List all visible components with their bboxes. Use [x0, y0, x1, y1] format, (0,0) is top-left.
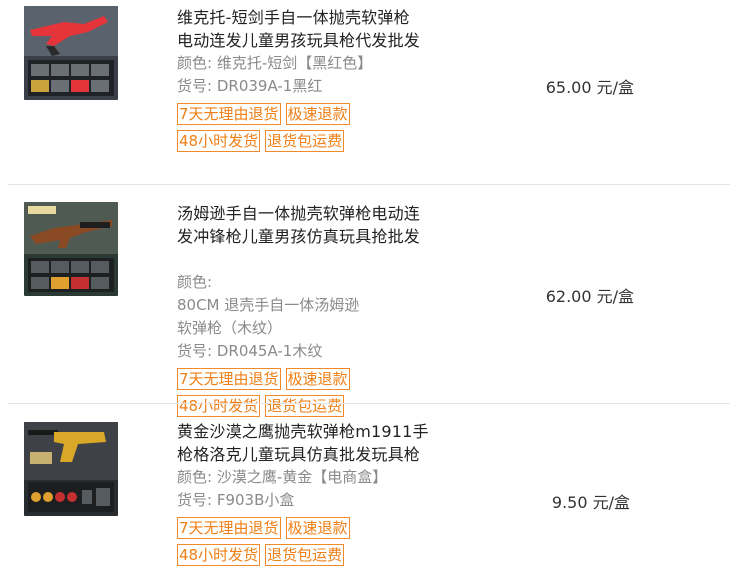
- tag-7day-return: 7天无理由退货: [177, 517, 281, 539]
- order-item-list: 维克托-短剑手自一体抛壳软弹枪 电动连发儿童男孩玩具枪代发批发 颜色: 维克托-…: [0, 0, 730, 568]
- product-title-link[interactable]: 黄金沙漠之鹰抛壳软弹枪m1911手 枪格洛克儿童玩具仿真批发玩具枪: [177, 420, 467, 466]
- color-label: 颜色:: [177, 468, 213, 486]
- product-title-link[interactable]: 汤姆逊手自一体抛壳软弹枪电动连 发冲锋枪儿童男孩仿真玩具抢批发: [177, 202, 467, 248]
- color-spec: 颜色: 维克托-短剑【黑红色】: [177, 52, 467, 75]
- sku-value: DR045A-1木纹: [216, 342, 323, 360]
- tag-fast-refund: 极速退款: [285, 368, 350, 390]
- tag-return-shipping-covered: 退货包运费: [265, 130, 345, 152]
- sku-label: 货号:: [177, 77, 213, 95]
- product-info: 维克托-短剑手自一体抛壳软弹枪 电动连发儿童男孩玩具枪代发批发 颜色: 维克托-…: [177, 6, 467, 157]
- list-item: 黄金沙漠之鹰抛壳软弹枪m1911手 枪格洛克儿童玩具仿真批发玩具枪 颜色: 沙漠…: [0, 403, 730, 568]
- gold-toy-pistol-product-image: [24, 422, 118, 516]
- color-value: 维克托-短剑【黑红色】: [216, 54, 373, 72]
- tag-7day-return: 7天无理由退货: [177, 368, 281, 390]
- tag-return-shipping-covered: 退货包运费: [265, 544, 345, 566]
- unit-price: 65.00 元/盒: [545, 78, 634, 97]
- sku-label: 货号:: [177, 491, 213, 509]
- tag-48h-shipping: 48小时发货: [177, 130, 261, 152]
- color-value: 沙漠之鹰-黄金【电商盒】: [216, 468, 388, 486]
- tag-fast-refund: 极速退款: [285, 517, 350, 539]
- tag-7day-return: 7天无理由退货: [177, 103, 281, 125]
- product-thumbnail[interactable]: [24, 422, 118, 516]
- service-tags: 7天无理由退货 极速退款 48小时发货 退货包运费: [177, 517, 467, 566]
- color-label: 颜色:: [177, 54, 213, 72]
- wood-toy-rifle-product-image: [24, 202, 118, 296]
- sku-spec: 货号: DR039A-1黑红: [177, 75, 467, 98]
- sku-label: 货号:: [177, 342, 213, 360]
- unit-price: 62.00 元/盒: [545, 287, 634, 306]
- color-spec: 颜色: 80CM 退壳手自一体汤姆逊 软弹枪（木纹）: [177, 248, 467, 340]
- color-spec: 颜色: 沙漠之鹰-黄金【电商盒】: [177, 466, 467, 489]
- color-value: 80CM 退壳手自一体汤姆逊 软弹枪（木纹）: [177, 296, 360, 337]
- color-label: 颜色:: [177, 273, 213, 291]
- service-tags: 7天无理由退货 极速退款 48小时发货 退货包运费: [177, 103, 467, 152]
- product-thumbnail[interactable]: [24, 202, 118, 296]
- unit-price: 9.50 元/盒: [551, 493, 630, 512]
- tag-48h-shipping: 48小时发货: [177, 544, 261, 566]
- product-title-link[interactable]: 维克托-短剑手自一体抛壳软弹枪 电动连发儿童男孩玩具枪代发批发: [177, 6, 467, 52]
- red-toy-gun-product-image: [24, 6, 118, 100]
- tag-fast-refund: 极速退款: [285, 103, 350, 125]
- sku-spec: 货号: DR045A-1木纹: [177, 340, 467, 363]
- product-thumbnail[interactable]: [24, 6, 118, 100]
- sku-spec: 货号: F903B小盒: [177, 489, 467, 512]
- list-item: 维克托-短剑手自一体抛壳软弹枪 电动连发儿童男孩玩具枪代发批发 颜色: 维克托-…: [0, 0, 730, 184]
- product-info: 黄金沙漠之鹰抛壳软弹枪m1911手 枪格洛克儿童玩具仿真批发玩具枪 颜色: 沙漠…: [177, 420, 467, 568]
- list-item: 汤姆逊手自一体抛壳软弹枪电动连 发冲锋枪儿童男孩仿真玩具抢批发 颜色: 80CM…: [0, 184, 730, 417]
- sku-value: F903B小盒: [216, 491, 295, 509]
- sku-value: DR039A-1黑红: [216, 77, 323, 95]
- product-info: 汤姆逊手自一体抛壳软弹枪电动连 发冲锋枪儿童男孩仿真玩具抢批发 颜色: 80CM…: [177, 202, 467, 422]
